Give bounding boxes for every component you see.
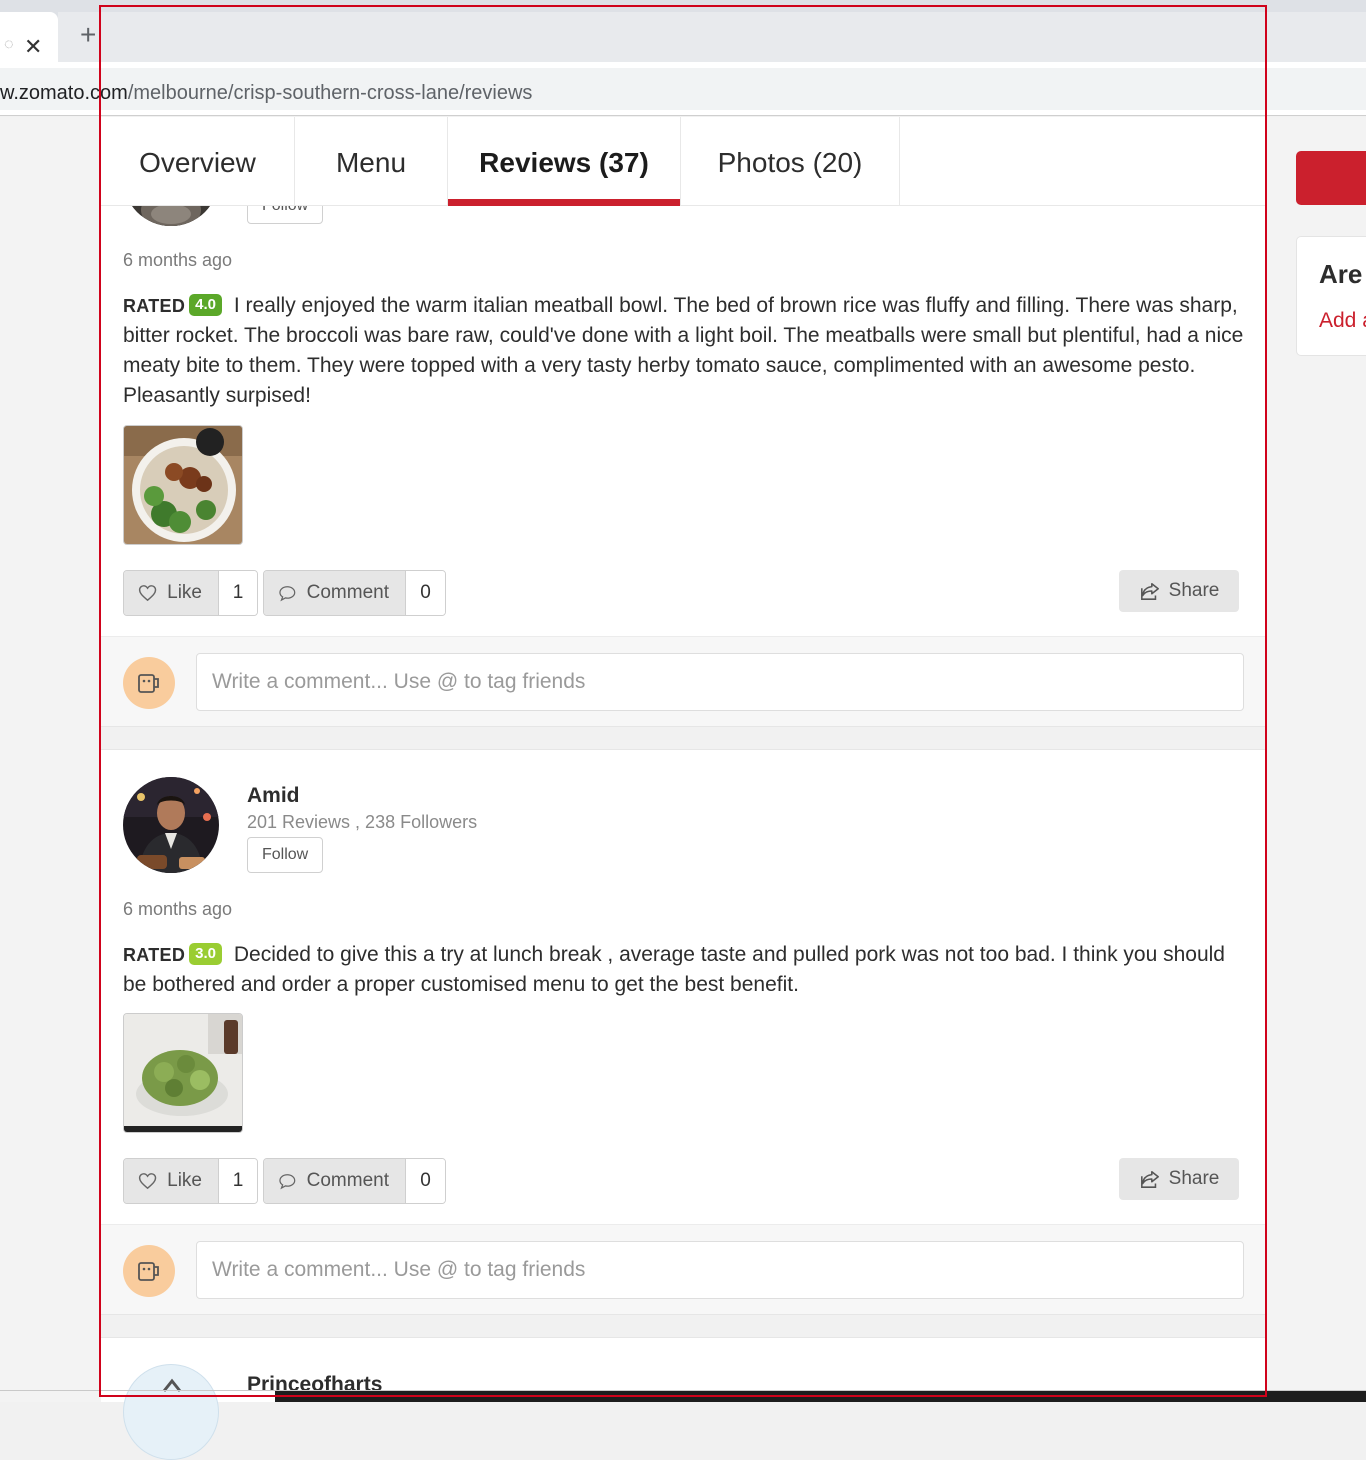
review-text: I really enjoyed the warm italian meatba… [123,294,1244,407]
review-separator [101,726,1265,750]
comment-section: Write a comment... Use @ to tag friends [101,636,1265,726]
share-button[interactable]: Share [1119,570,1239,612]
review-photo-thumbnail[interactable] [123,425,243,545]
share-icon [1140,1170,1159,1188]
new-tab-icon[interactable]: + [80,20,96,50]
taskbar-strip [275,1391,1366,1402]
reviewer-name[interactable]: Amid [247,784,300,808]
close-tab-icon[interactable]: ✕ [24,34,42,60]
reviewer-stats: 201 Reviews , 238 Followers [247,812,478,832]
write-review-button[interactable] [1296,151,1366,205]
rated-label: RATED [123,296,186,316]
review-time: 6 months ago [123,250,233,270]
review-separator [101,1314,1265,1338]
comment-count: 0 [405,571,445,615]
heart-icon [138,585,157,602]
address-bar-row: w.zomato.com/melbourne/crisp-southern-cr… [0,62,1366,116]
reviewer-avatar[interactable] [123,1364,219,1460]
like-button[interactable]: Like [124,1159,218,1203]
owner-card: Are Add a [1296,236,1366,356]
speech-bubble-icon [279,1174,296,1190]
review-photo-thumbnail[interactable] [123,1013,243,1133]
like-label: Like [167,1170,202,1191]
tab-reviews[interactable]: Reviews (37) [448,117,681,206]
owner-card-title: Are [1319,259,1363,289]
share-icon [1140,582,1159,600]
url-text[interactable]: w.zomato.com/melbourne/crisp-southern-cr… [0,82,532,105]
address-bar[interactable]: w.zomato.com/melbourne/crisp-southern-cr… [0,68,1366,110]
review-body: RATED 4.0 I really enjoyed the warm itali… [123,291,1248,411]
share-label: Share [1168,580,1220,601]
tab-favicon-icon: ◌ [4,36,14,53]
tab-photos[interactable]: Photos (20) [681,117,900,205]
current-user-avatar [123,1245,175,1297]
owner-card-link[interactable]: Add a [1319,309,1366,333]
restaurant-tabs: Overview Menu Reviews (37) Photos (20) [101,117,1265,206]
url-path: /melbourne/crisp-southern-cross-lane/rev… [127,82,533,104]
comment-button-group[interactable]: Comment 0 [263,1158,446,1204]
like-button-group[interactable]: Like 1 [123,1158,258,1204]
speech-bubble-icon [279,586,296,602]
comment-count: 0 [405,1159,445,1203]
comment-input[interactable]: Write a comment... Use @ to tag friends [196,1241,1244,1299]
review-text: Decided to give this a try at lunch brea… [123,943,1225,996]
like-count: 1 [218,571,257,615]
review-time: 6 months ago [123,899,233,919]
reviewer-avatar[interactable] [123,777,219,873]
rated-label: RATED [123,945,186,965]
user-mug-icon [138,1262,159,1281]
comment-label: Comment [306,1170,389,1191]
comment-button[interactable]: Comment [264,1159,405,1203]
current-user-avatar [123,657,175,709]
follow-button[interactable]: Follow [247,837,324,873]
like-button[interactable]: Like [124,571,218,615]
comment-button-group[interactable]: Comment 0 [263,570,446,616]
share-button[interactable]: Share [1119,1158,1239,1200]
rating-badge: 3.0 [189,943,223,965]
comment-input[interactable]: Write a comment... Use @ to tag friends [196,653,1244,711]
review-body: RATED 3.0 Decided to give this a try at l… [123,940,1248,1000]
like-button-group[interactable]: Like 1 [123,570,258,616]
heart-icon [138,1173,157,1190]
rating-badge: 4.0 [189,294,223,316]
url-host: w.zomato.com [0,82,128,104]
tab-overview[interactable]: Overview [101,117,295,205]
tab-menu[interactable]: Menu [295,117,448,205]
tab-strip-empty [58,12,1366,62]
like-label: Like [167,582,202,603]
user-mug-icon [138,674,159,693]
browser-tab[interactable]: ◌ ✕ [0,12,58,62]
comment-button[interactable]: Comment [264,571,405,615]
comment-label: Comment [306,582,389,603]
share-label: Share [1168,1168,1220,1189]
like-count: 1 [218,1159,257,1203]
comment-section: Write a comment... Use @ to tag friends [101,1224,1265,1314]
